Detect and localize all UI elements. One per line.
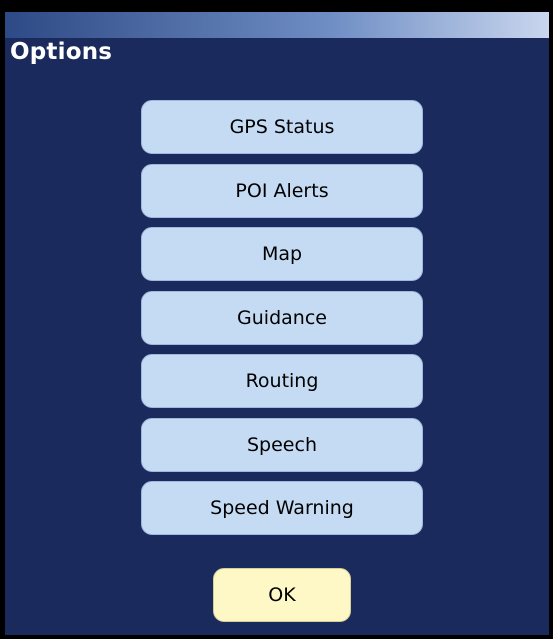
options-menu: GPS Status POI Alerts Map Guidance Routi… bbox=[141, 100, 423, 545]
speech-button[interactable]: Speech bbox=[141, 417, 423, 472]
guidance-button[interactable]: Guidance bbox=[141, 290, 423, 345]
page-title: Options bbox=[10, 39, 113, 65]
screen-frame: Options GPS Status POI Alerts Map Guidan… bbox=[0, 0, 553, 639]
options-window: Options GPS Status POI Alerts Map Guidan… bbox=[5, 12, 549, 635]
speed-warning-button[interactable]: Speed Warning bbox=[141, 481, 423, 535]
routing-button[interactable]: Routing bbox=[141, 354, 423, 408]
map-button[interactable]: Map bbox=[141, 227, 423, 281]
poi-alerts-button[interactable]: POI Alerts bbox=[141, 163, 423, 218]
ok-button[interactable]: OK bbox=[213, 568, 351, 622]
title-bar bbox=[5, 12, 549, 38]
gps-status-button[interactable]: GPS Status bbox=[141, 100, 423, 154]
